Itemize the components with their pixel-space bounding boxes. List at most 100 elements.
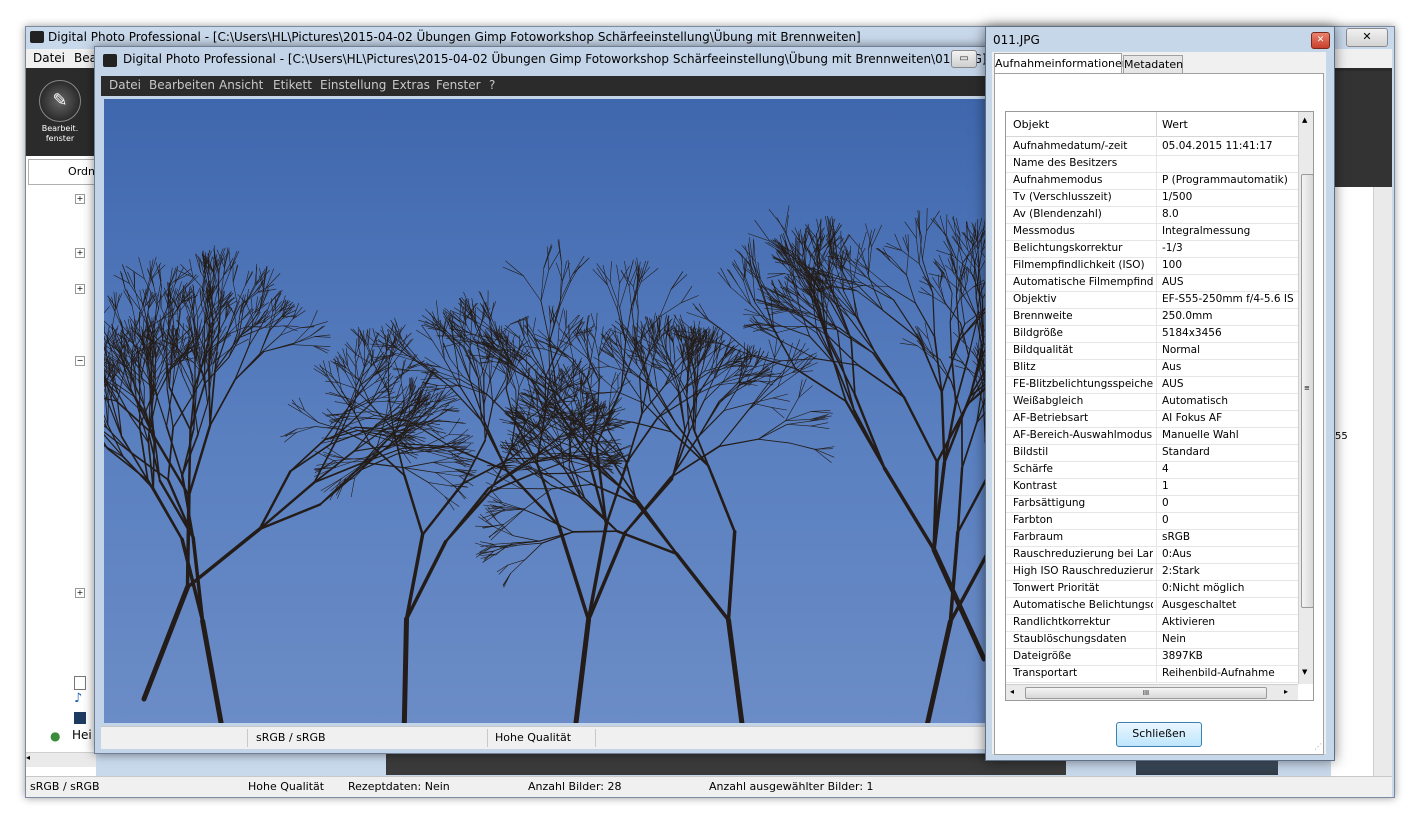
row-divider	[1156, 155, 1157, 172]
row-wert: 4	[1162, 463, 1169, 475]
edit-window-title: Digital Photo Professional - [C:\Users\H…	[123, 52, 987, 66]
row-objekt: Randlichtkorrektur	[1013, 616, 1111, 628]
edit-menu-help[interactable]: ?	[489, 78, 495, 92]
row-objekt: Schärfe	[1013, 463, 1054, 475]
table-row[interactable]: Messmodus Integralmessung	[1006, 223, 1298, 241]
table-row[interactable]: High ISO Rauschreduzierung 2:Stark	[1006, 563, 1298, 581]
table-row[interactable]: Tonwert Priorität 0:Nicht möglich	[1006, 580, 1298, 598]
hscroll-right-arrow[interactable]: ▸	[1284, 687, 1288, 696]
edit-menu-bearbeiten[interactable]: Bearbeiten	[149, 78, 215, 92]
row-objekt: Bildgröße	[1013, 327, 1063, 339]
table-row[interactable]: AF-Betriebsart AI Fokus AF	[1006, 410, 1298, 428]
info-table-hscrollbar[interactable]: ◂ III ▸	[1006, 684, 1298, 700]
folder-tab-label: Ordn	[68, 165, 95, 178]
row-wert: 5184x3456	[1162, 327, 1222, 339]
info-table-header: Objekt Wert	[1006, 112, 1298, 137]
folder-tab[interactable]: Ordn	[28, 159, 96, 185]
row-divider	[1156, 512, 1157, 529]
edit-status-divider-3	[595, 729, 596, 747]
column-header-objekt[interactable]: Objekt	[1013, 118, 1049, 131]
table-row[interactable]: Transportart Reihenbild-Aufnahme	[1006, 665, 1298, 683]
hscroll-left-arrow[interactable]: ◂	[1010, 687, 1014, 696]
tab-aufnahmeinformationen[interactable]: Aufnahmeinformationen	[994, 53, 1129, 74]
tree-expand-5[interactable]: +	[75, 588, 85, 598]
row-wert: 100	[1162, 259, 1183, 271]
table-row[interactable]: Bildstil Standard	[1006, 444, 1298, 462]
table-row[interactable]: Kontrast 1	[1006, 478, 1298, 496]
table-row[interactable]: Blitz Aus	[1006, 359, 1298, 377]
tab-aufnahmeinformationen-label: Aufnahmeinformationen	[995, 57, 1129, 70]
edit-minimize-button[interactable]: ▭	[951, 50, 977, 68]
row-objekt: Kontrast	[1013, 480, 1057, 492]
edit-menu-datei[interactable]: Datei	[109, 78, 141, 92]
row-objekt: Belichtungskorrektur	[1013, 242, 1123, 254]
edit-menu-ansicht[interactable]: Ansicht	[219, 78, 263, 92]
table-row[interactable]: Bildgröße 5184x3456	[1006, 325, 1298, 343]
row-wert: EF-S55-250mm f/4-5.6 IS II	[1162, 293, 1298, 305]
tree-expand-3[interactable]: +	[75, 284, 85, 294]
row-wert: AI Fokus AF	[1162, 412, 1223, 424]
table-row[interactable]: Bildqualität Normal	[1006, 342, 1298, 360]
table-row[interactable]: Filmempfindlichkeit (ISO) 100	[1006, 257, 1298, 275]
edit-menu-einstellung[interactable]: Einstellung	[320, 78, 386, 92]
row-wert: Normal	[1162, 344, 1200, 356]
table-row[interactable]: Automatische Belichtungso... Ausgeschalte…	[1006, 597, 1298, 615]
vscroll-thumb[interactable]: ≡	[1301, 174, 1313, 608]
vscroll-down-arrow[interactable]: ▼	[1302, 668, 1307, 676]
tab-metadaten[interactable]: Metadaten	[1123, 55, 1183, 74]
tree-item-heimnetz[interactable]: Hei	[72, 728, 92, 742]
resize-grip-icon[interactable]: ⋰	[1314, 742, 1322, 751]
library-app-icon	[30, 31, 44, 43]
table-row[interactable]: Belichtungskorrektur -1/3	[1006, 240, 1298, 258]
photo-canvas[interactable]	[104, 99, 994, 723]
table-row[interactable]: Automatische Filmempfindli... AUS	[1006, 274, 1298, 292]
row-wert: sRGB	[1162, 531, 1191, 543]
tree-expand-1[interactable]: +	[75, 194, 85, 204]
library-close-button[interactable]: ✕	[1346, 28, 1388, 47]
status-color-space: sRGB / sRGB	[30, 780, 100, 793]
table-row[interactable]: FE-Blitzbelichtungsspeicher... AUS	[1006, 376, 1298, 394]
row-wert: Aktivieren	[1162, 616, 1216, 628]
tree-expand-2[interactable]: +	[75, 248, 85, 258]
info-dialog-close-button[interactable]: ✕	[1311, 32, 1330, 49]
edit-menu-extras[interactable]: Extras	[392, 78, 430, 92]
row-objekt: FE-Blitzbelichtungsspeicher...	[1013, 378, 1153, 390]
edit-window-button-label: Bearbeit. fenster	[41, 124, 79, 143]
table-row[interactable]: Tv (Verschlusszeit) 1/500	[1006, 189, 1298, 207]
table-row[interactable]: Weißabgleich Automatisch	[1006, 393, 1298, 411]
edit-window-button[interactable]: ✎ Bearbeit. fenster	[36, 80, 84, 150]
row-divider	[1156, 665, 1157, 682]
table-row[interactable]: Brennweite 250.0mm	[1006, 308, 1298, 326]
table-row[interactable]: Aufnahmemodus P (Programmautomatik)	[1006, 172, 1298, 190]
vscroll-up-arrow[interactable]: ▲	[1302, 116, 1307, 124]
right-vscrollbar[interactable]	[1373, 187, 1392, 777]
table-row[interactable]: Staublöschungsdaten Nein	[1006, 631, 1298, 649]
table-row[interactable]: Schärfe 4	[1006, 461, 1298, 479]
edit-window: Digital Photo Professional - [C:\Users\H…	[94, 46, 1000, 754]
table-row[interactable]: Rauschreduzierung bei Lan... 0:Aus	[1006, 546, 1298, 564]
table-row[interactable]: Farbraum sRGB	[1006, 529, 1298, 547]
table-row[interactable]: Aufnahmedatum/-zeit 05.04.2015 11:41:17	[1006, 138, 1298, 156]
row-wert: AUS	[1162, 378, 1184, 390]
table-row[interactable]: AF-Bereich-Auswahlmodus Manuelle Wahl	[1006, 427, 1298, 445]
table-row[interactable]: Objektiv EF-S55-250mm f/4-5.6 IS II	[1006, 291, 1298, 309]
table-row[interactable]: Farbton 0	[1006, 512, 1298, 530]
edit-menu-etikett[interactable]: Etikett	[273, 78, 312, 92]
folder-hscrollbar[interactable]: ◂	[26, 752, 96, 767]
row-wert: Aus	[1162, 361, 1182, 373]
table-row[interactable]: Av (Blendenzahl) 8.0	[1006, 206, 1298, 224]
info-table-vscrollbar[interactable]: ▲ ≡ ▼	[1298, 112, 1313, 684]
row-divider	[1156, 461, 1157, 478]
library-menu-datei[interactable]: Datei	[33, 51, 65, 65]
info-dialog-title: 011.JPG	[993, 33, 1040, 47]
tree-collapse-4[interactable]: −	[75, 356, 85, 366]
table-row[interactable]: Farbsättigung 0	[1006, 495, 1298, 513]
hscroll-thumb[interactable]: III	[1025, 687, 1267, 699]
table-row[interactable]: Name des Besitzers	[1006, 155, 1298, 173]
table-row[interactable]: Randlichtkorrektur Aktivieren	[1006, 614, 1298, 632]
row-divider	[1156, 172, 1157, 189]
close-dialog-button[interactable]: Schließen	[1116, 722, 1202, 747]
table-row[interactable]: Dateigröße 3897KB	[1006, 648, 1298, 666]
edit-menu-fenster[interactable]: Fenster	[436, 78, 481, 92]
column-header-wert[interactable]: Wert	[1162, 118, 1188, 131]
